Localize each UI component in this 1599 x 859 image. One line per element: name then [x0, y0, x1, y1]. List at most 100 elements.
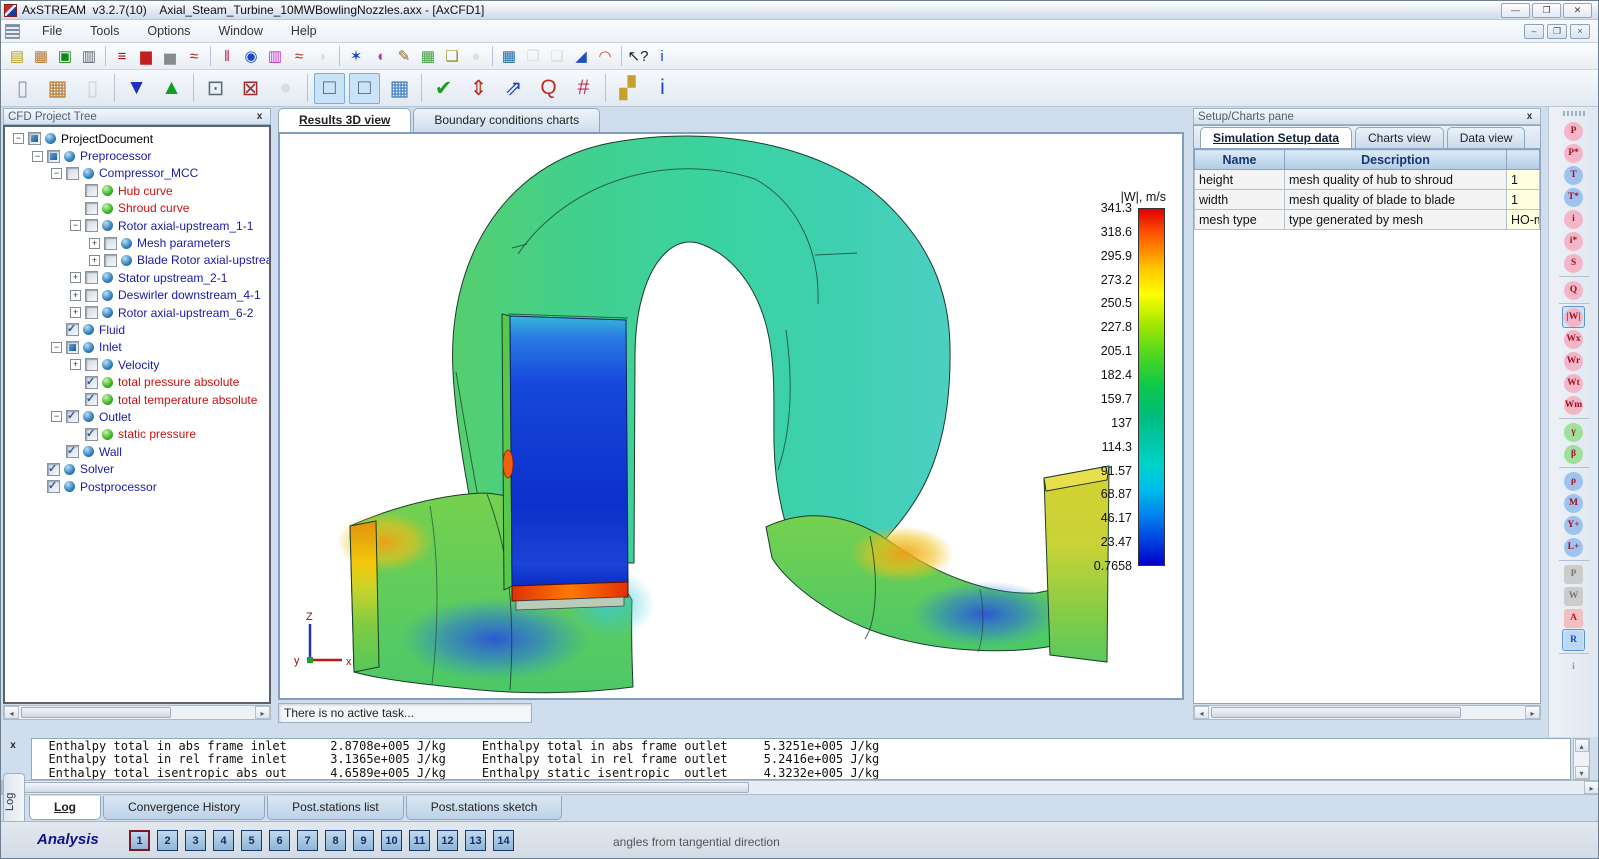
- log-close-icon[interactable]: x: [5, 740, 21, 754]
- data-table-colored-icon[interactable]: ▦: [417, 45, 439, 67]
- tree-item-stator-upstream-2-1[interactable]: + Stator upstream_2-1: [5, 269, 269, 286]
- view-cube-gauge-icon[interactable]: ⊡: [200, 73, 231, 104]
- tree-item-label[interactable]: Rotor axial-upstream_6-2: [118, 306, 253, 320]
- cell-value[interactable]: 1: [1506, 189, 1540, 210]
- cell-name[interactable]: mesh type: [1194, 209, 1285, 230]
- tree-checkbox[interactable]: [66, 340, 79, 354]
- tree-item-hub-curve[interactable]: Hub curve: [5, 182, 269, 199]
- tree-item-label[interactable]: Fluid: [99, 323, 125, 337]
- collapse-icon[interactable]: −: [70, 220, 81, 232]
- tree-item-shroud-curve[interactable]: Shroud curve: [5, 200, 269, 217]
- tree-checkbox[interactable]: [85, 358, 98, 372]
- chart-triangle-icon[interactable]: ◢: [570, 45, 592, 67]
- analysis-station-13-button[interactable]: 13: [465, 830, 486, 851]
- tree-item-deswirler-downstream-4-1[interactable]: + Deswirler downstream_4-1: [5, 287, 269, 304]
- collapse-icon[interactable]: −: [51, 167, 62, 179]
- chart-bar-icon[interactable]: ▆: [135, 45, 157, 67]
- rainbow-curve-icon[interactable]: ◠: [594, 45, 616, 67]
- cell-description[interactable]: mesh quality of hub to shroud: [1284, 169, 1507, 190]
- quantity-s-button[interactable]: S: [1562, 252, 1585, 274]
- tree-item-label[interactable]: Solver: [80, 462, 114, 476]
- quantity-t-button[interactable]: T: [1562, 164, 1585, 186]
- collapse-icon[interactable]: −: [51, 411, 62, 423]
- move-down-icon[interactable]: ▼: [121, 73, 152, 104]
- tree-item-label[interactable]: ProjectDocument: [61, 132, 153, 146]
- clean-broom-icon[interactable]: ▞: [612, 73, 643, 104]
- tree-item-label[interactable]: Deswirler downstream_4-1: [118, 288, 261, 302]
- blade-cascade-icon[interactable]: ‖: [216, 45, 238, 67]
- tree-checkbox[interactable]: ✓: [85, 427, 98, 441]
- chart-lines-icon[interactable]: ≈: [183, 45, 205, 67]
- charts-pencil-icon[interactable]: ✎: [393, 45, 415, 67]
- analysis-station-3-button[interactable]: 3: [185, 830, 206, 851]
- minimize-icon[interactable]: —: [1501, 2, 1530, 18]
- view-info-icon[interactable]: i: [647, 73, 678, 104]
- context-help-icon[interactable]: ↖?: [627, 45, 649, 67]
- colorbar-scale-icon[interactable]: ⇕: [463, 73, 494, 104]
- cascade-windows-icon[interactable]: ❏: [441, 45, 463, 67]
- view-cube-gauge-color-icon[interactable]: ⊠: [235, 73, 266, 104]
- setup-close-icon[interactable]: x: [1523, 111, 1536, 122]
- collapse-icon[interactable]: −: [32, 150, 43, 162]
- column-header-value[interactable]: [1506, 149, 1540, 170]
- tree-checkbox[interactable]: ✓: [66, 410, 79, 424]
- tree-item-label[interactable]: Inlet: [99, 340, 122, 354]
- check-geometry-icon[interactable]: ✔: [428, 73, 459, 104]
- tree-horizontal-scrollbar[interactable]: ◂ ▸: [3, 705, 271, 720]
- tab-data-view[interactable]: Data view: [1446, 127, 1526, 148]
- view-wireframe-cube-icon[interactable]: □: [349, 72, 380, 104]
- tree-item-label[interactable]: total temperature absolute: [118, 393, 257, 407]
- tree-item-label[interactable]: Rotor axial-upstream_1-1: [118, 219, 253, 233]
- scroll-left-icon[interactable]: ◂: [4, 706, 19, 719]
- view-mesh-cube-icon[interactable]: ▦: [384, 73, 415, 104]
- analysis-station-6-button[interactable]: 6: [269, 830, 290, 851]
- tab-boundary-conditions-charts[interactable]: Boundary conditions charts: [413, 108, 601, 132]
- quantity-q-button[interactable]: Q: [1562, 279, 1585, 301]
- tree-checkbox[interactable]: [85, 219, 98, 233]
- tree-checkbox[interactable]: ✓: [66, 323, 79, 337]
- menu-tools[interactable]: Tools: [80, 22, 129, 40]
- cell-name[interactable]: height: [1194, 169, 1285, 190]
- tree-item-blade-rotor-axial-upstream[interactable]: + Blade Rotor axial-upstream: [5, 252, 269, 269]
- tree-item-label[interactable]: Postprocessor: [80, 480, 157, 494]
- quantity-t-button[interactable]: T*: [1562, 186, 1585, 208]
- quantity-y+-button[interactable]: Y+: [1562, 514, 1585, 536]
- menu-options[interactable]: Options: [137, 22, 200, 40]
- quantity-l+-button[interactable]: L+: [1562, 536, 1585, 558]
- quantity-wx-button[interactable]: Wx: [1562, 328, 1585, 350]
- vectors-q-icon[interactable]: Q: [533, 73, 564, 104]
- tree-item-label[interactable]: Outlet: [99, 410, 131, 424]
- analysis-station-4-button[interactable]: 4: [213, 830, 234, 851]
- save-document-icon[interactable]: ▣: [54, 45, 76, 67]
- quantity--button[interactable]: β: [1562, 443, 1585, 465]
- format-levels-icon[interactable]: ≡: [111, 45, 133, 67]
- tab-charts-view[interactable]: Charts view: [1355, 127, 1444, 148]
- tree-item-rotor-axial-upstream-1-1[interactable]: − Rotor axial-upstream_1-1: [5, 217, 269, 234]
- move-up-icon[interactable]: ▲: [156, 73, 187, 104]
- tree-item-label[interactable]: Preprocessor: [80, 149, 151, 163]
- blade-profile-icon[interactable]: ◖: [369, 45, 391, 67]
- tree-item-label[interactable]: total pressure absolute: [118, 375, 239, 389]
- scroll-thumb[interactable]: [1211, 707, 1461, 718]
- tree-checkbox[interactable]: ✓: [47, 462, 60, 476]
- quantity-p-button[interactable]: P: [1562, 563, 1585, 585]
- quantity-wm-button[interactable]: Wm: [1562, 394, 1585, 416]
- setup-horizontal-scrollbar[interactable]: ◂ ▸: [1193, 705, 1541, 720]
- mdi-minimize-icon[interactable]: –: [1524, 23, 1544, 39]
- tab-results-3d-view[interactable]: Results 3D view: [278, 108, 412, 132]
- analysis-station-9-button[interactable]: 9: [353, 830, 374, 851]
- menu-window[interactable]: Window: [208, 22, 272, 40]
- collapse-icon[interactable]: −: [51, 341, 62, 353]
- tree-item-projectdocument[interactable]: − ProjectDocument: [5, 130, 269, 147]
- scroll-thumb[interactable]: [19, 782, 749, 793]
- tree-checkbox[interactable]: [85, 288, 98, 302]
- scroll-right-icon[interactable]: ▸: [1525, 706, 1540, 719]
- scroll-up-icon[interactable]: ▴: [1574, 739, 1589, 752]
- tab-log[interactable]: Log: [29, 796, 101, 820]
- quantity-m-button[interactable]: M: [1562, 492, 1585, 514]
- analysis-station-14-button[interactable]: 14: [493, 830, 514, 851]
- tree-item-preprocessor[interactable]: − Preprocessor: [5, 147, 269, 164]
- chart-histogram-icon[interactable]: ▅: [159, 45, 181, 67]
- cell-value[interactable]: 1: [1506, 169, 1540, 190]
- analysis-station-2-button[interactable]: 2: [157, 830, 178, 851]
